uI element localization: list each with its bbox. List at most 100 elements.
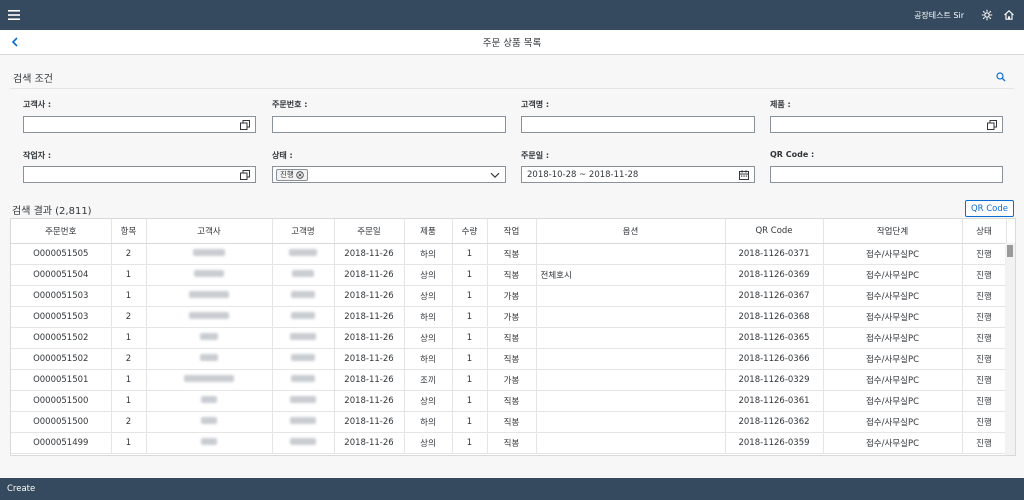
- worker-input[interactable]: [23, 166, 256, 183]
- create-button[interactable]: Create: [7, 484, 35, 494]
- cell-status: 진행: [962, 432, 1007, 454]
- order-number-input[interactable]: [272, 116, 506, 133]
- column-header[interactable]: 수량: [452, 219, 488, 244]
- redacted-text: [189, 311, 229, 319]
- cell-work: 직봉: [487, 264, 537, 286]
- column-header[interactable]: 작업: [487, 219, 537, 244]
- column-header[interactable]: 작업단계: [823, 219, 963, 244]
- search-icon[interactable]: [994, 70, 1008, 84]
- status-token[interactable]: 진행: [276, 168, 308, 181]
- cell-date: 2018-11-26: [334, 264, 405, 286]
- table-row[interactable]: O000051505 2 2018-11-26 하의 1 직봉 2018-1126-0371…: [11, 243, 1007, 265]
- remove-token-icon[interactable]: [296, 170, 304, 179]
- customer-name-cell-redacted: [272, 306, 335, 328]
- cell-date: 2018-11-26: [334, 411, 405, 433]
- column-header[interactable]: 상태: [962, 219, 1007, 244]
- user-name[interactable]: 공장테스트 Sir: [914, 10, 964, 21]
- cell-date: 2018-11-26: [334, 390, 405, 412]
- column-header[interactable]: 주문번호: [11, 219, 112, 244]
- order-date-label: 주문일 :: [521, 151, 550, 160]
- value-help-icon[interactable]: [239, 119, 251, 131]
- product-input[interactable]: [770, 116, 1003, 133]
- cell-product: 하의: [404, 306, 453, 328]
- product-label: 제품 :: [770, 100, 791, 109]
- column-header[interactable]: 고객명: [272, 219, 335, 244]
- cell-option: [536, 411, 726, 433]
- value-help-icon[interactable]: [986, 119, 998, 131]
- cell-item: 1: [111, 369, 147, 391]
- cell-date: 2018-11-26: [334, 327, 405, 349]
- scrollbar-thumb[interactable]: [1007, 245, 1013, 257]
- cell-work: 가봉: [487, 369, 537, 391]
- cell-stage: 접수/사무실PC: [823, 348, 963, 370]
- customer-company-cell-redacted: [146, 432, 273, 454]
- cell-stage: 접수/사무실PC: [823, 285, 963, 307]
- redacted-text: [184, 374, 234, 382]
- chevron-down-icon[interactable]: [489, 169, 501, 181]
- redacted-text: [290, 395, 316, 403]
- status-multicombobox[interactable]: 진행: [272, 166, 506, 183]
- calendar-icon[interactable]: [738, 169, 750, 181]
- cell-stage: 접수/사무실PC: [823, 390, 963, 412]
- cell-order-no: O000051502: [11, 327, 112, 349]
- cell-qty: 1: [452, 411, 488, 433]
- cell-item: 1: [111, 432, 147, 454]
- column-header[interactable]: 제품: [404, 219, 453, 244]
- worker-label: 작업자 :: [23, 151, 52, 160]
- hamburger-menu-icon[interactable]: [0, 0, 28, 30]
- table-row[interactable]: O000051503 1 2018-11-26 상의 1 가봉 2018-1126-0367…: [11, 285, 1007, 307]
- table-row[interactable]: O000051499 1 2018-11-26 상의 1 직봉 2018-1126-0359…: [11, 432, 1007, 454]
- column-header[interactable]: 항목: [111, 219, 147, 244]
- cell-status: 진행: [962, 285, 1007, 307]
- table-row[interactable]: O000051502 1 2018-11-26 상의 1 직봉 2018-1126-0365…: [11, 327, 1007, 349]
- cell-item: 2: [111, 411, 147, 433]
- cell-work: 직봉: [487, 243, 537, 265]
- customer-name-input[interactable]: [521, 116, 755, 133]
- table-row[interactable]: O000051503 2 2018-11-26 하의 1 가봉 2018-1126-0368…: [11, 306, 1007, 328]
- settings-icon[interactable]: [976, 0, 998, 30]
- customer-company-input[interactable]: [23, 116, 256, 133]
- redacted-text: [194, 269, 224, 277]
- back-arrow-icon[interactable]: [8, 35, 22, 49]
- customer-company-cell-redacted: [146, 390, 273, 412]
- column-header[interactable]: 고객사: [146, 219, 273, 244]
- cell-work: 직봉: [487, 432, 537, 454]
- qr-code-input[interactable]: [770, 166, 1003, 183]
- cell-item: 1: [111, 264, 147, 286]
- cell-stage: 접수/사무실PC: [823, 369, 963, 391]
- cell-work: 직봉: [487, 348, 537, 370]
- cell-qr: 2018-1126-0329: [725, 369, 824, 391]
- order-date-range-input[interactable]: 2018-10-28 ~ 2018-11-28: [521, 166, 755, 183]
- cell-date: 2018-11-26: [334, 432, 405, 454]
- table-row[interactable]: O000051500 2 2018-11-26 하의 1 직봉 2018-1126-0362…: [11, 411, 1007, 433]
- column-header[interactable]: 주문일: [334, 219, 405, 244]
- cell-item: 2: [111, 243, 147, 265]
- cell-work: 가봉: [487, 306, 537, 328]
- table-row[interactable]: O000051501 1 2018-11-26 조끼 1 가봉 2018-1126-0329…: [11, 369, 1007, 391]
- cell-qr: 2018-1126-0369: [725, 264, 824, 286]
- cell-work: 직봉: [487, 411, 537, 433]
- redacted-text: [201, 437, 217, 445]
- qr-code-button[interactable]: QR Code: [964, 200, 1014, 217]
- cell-qty: 1: [452, 243, 488, 265]
- redacted-text: [290, 416, 316, 424]
- cell-option: [536, 285, 726, 307]
- redacted-text: [193, 248, 225, 256]
- customer-company-cell-redacted: [146, 327, 273, 349]
- cell-status: 진행: [962, 369, 1007, 391]
- table-row[interactable]: O000051500 1 2018-11-26 상의 1 직봉 2018-1126-0361…: [11, 390, 1007, 412]
- column-header[interactable]: QR Code: [725, 219, 824, 244]
- cell-order-no: O000051505: [11, 243, 112, 265]
- vertical-scrollbar[interactable]: [1005, 243, 1015, 455]
- status-token-text: 진행: [280, 170, 294, 179]
- table-row[interactable]: O000051504 1 2018-11-26 상의 1 직봉 전체호시 2018-1126-…: [11, 264, 1007, 286]
- cell-item: 1: [111, 285, 147, 307]
- cell-qty: 1: [452, 285, 488, 307]
- cell-product: 조끼: [404, 369, 453, 391]
- redacted-text: [290, 332, 316, 340]
- home-icon[interactable]: [998, 0, 1020, 30]
- value-help-icon[interactable]: [239, 169, 251, 181]
- column-header[interactable]: 옵션: [536, 219, 726, 244]
- table-row[interactable]: O000051502 2 2018-11-26 하의 1 직봉 2018-1126-0366…: [11, 348, 1007, 370]
- cell-product: 상의: [404, 390, 453, 412]
